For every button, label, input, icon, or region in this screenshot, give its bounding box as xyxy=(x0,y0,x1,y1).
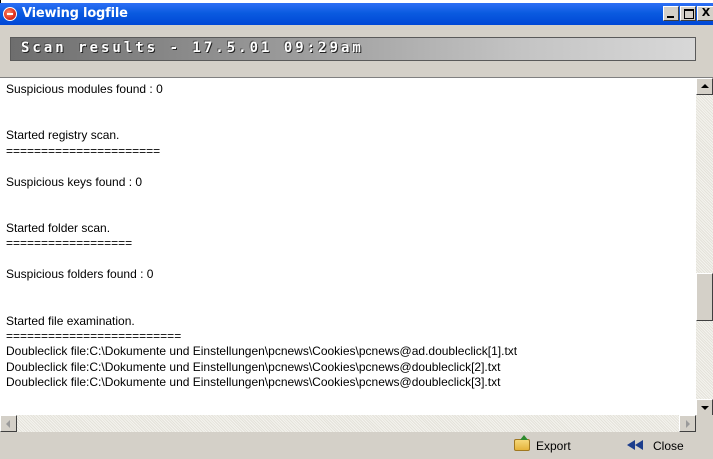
log-text[interactable]: Suspicious modules found : 0 Started regi… xyxy=(6,82,696,412)
maximize-button[interactable] xyxy=(680,6,696,21)
header-area: Scan results - 17.5.01 09:29am xyxy=(0,25,713,77)
close-label: Close xyxy=(653,439,684,453)
arrow-up-icon xyxy=(701,84,709,88)
export-folder-icon xyxy=(514,435,530,451)
log-line: Started registry scan. xyxy=(6,128,120,143)
vertical-scrollbar[interactable] xyxy=(696,78,713,416)
log-line: ========================= xyxy=(6,329,182,343)
arrow-left-icon xyxy=(6,420,10,428)
log-line: Doubleclick file:C:\Dokumente und Einste… xyxy=(6,344,518,359)
close-window-button[interactable]: X xyxy=(697,6,713,21)
double-left-arrow-icon xyxy=(627,440,645,450)
log-line: Started file examination. xyxy=(6,313,135,328)
window-title: Viewing logfile xyxy=(22,6,128,21)
export-label: Export xyxy=(536,439,571,453)
log-line: Doubleclick file:C:\Dokumente und Einste… xyxy=(6,359,501,374)
scroll-up-button[interactable] xyxy=(696,78,713,95)
minimize-button[interactable] xyxy=(663,6,679,21)
scroll-left-button[interactable] xyxy=(0,415,17,432)
vertical-scroll-thumb[interactable] xyxy=(696,273,713,321)
log-line: ====================== xyxy=(6,143,161,158)
log-line: Suspicious folders found : 0 xyxy=(6,267,154,282)
scan-results-title: Scan results - 17.5.01 09:29am xyxy=(21,40,364,56)
scroll-right-button[interactable] xyxy=(679,415,696,432)
log-line: ================== xyxy=(6,236,133,251)
arrow-right-icon xyxy=(686,420,690,428)
scroll-down-button[interactable] xyxy=(696,399,713,416)
log-line: Suspicious modules found : 0 xyxy=(6,82,163,96)
title-bar[interactable]: Viewing logfile X xyxy=(0,3,713,25)
log-line: Started folder scan. xyxy=(6,220,111,235)
logfile-app-icon[interactable] xyxy=(3,7,17,21)
log-line: Suspicious keys found : 0 xyxy=(6,174,143,189)
scan-results-banner: Scan results - 17.5.01 09:29am xyxy=(10,37,696,61)
scrollbar-corner xyxy=(696,415,713,432)
arrow-down-icon xyxy=(701,406,709,410)
horizontal-scrollbar[interactable] xyxy=(0,415,696,432)
logfile-window: Viewing logfile X Scan results - 17.5.01… xyxy=(0,3,713,459)
footer-bar: Export Close xyxy=(0,432,713,459)
log-line: Doubleclick file:C:\Dokumente und Einste… xyxy=(6,375,501,390)
log-viewer[interactable]: Suspicious modules found : 0 Started regi… xyxy=(0,77,713,416)
